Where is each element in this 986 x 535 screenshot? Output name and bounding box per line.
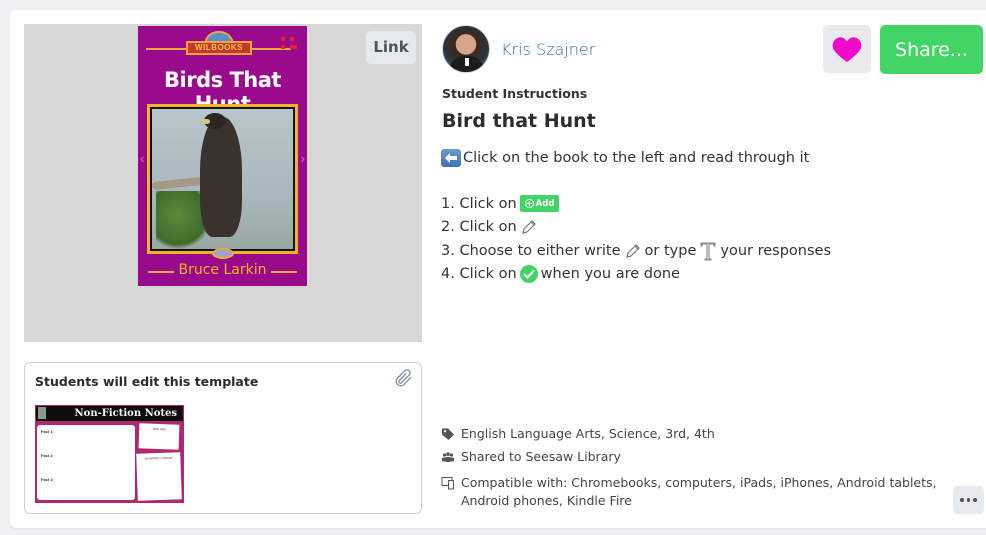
tags-text: English Language Arts, Science, 3rd, 4th — [461, 426, 715, 441]
book-author: Bruce Larkin — [178, 262, 267, 278]
more-options-button[interactable] — [953, 486, 984, 514]
ellipsis-icon — [973, 498, 977, 502]
student-instructions-label: Student Instructions — [442, 86, 588, 101]
template-thumbnail-image — [38, 407, 46, 419]
fact-label: Fact 1: — [41, 429, 54, 434]
shared-row: Shared to Seesaw Library — [441, 448, 621, 466]
link-button[interactable]: Link — [366, 31, 416, 64]
paperclip-icon — [395, 369, 412, 387]
arrow-left-icon — [441, 149, 461, 167]
activity-preview: WILBOOKS Birds That Hunt ‹ › Bruce Larki… — [24, 24, 422, 342]
learned-box: Something I Learned — [136, 452, 182, 501]
step-text: or type — [644, 243, 697, 259]
instruction-step: 4. Click on when you are done — [441, 265, 680, 283]
ellipsis-icon — [966, 498, 971, 502]
template-label: Students will edit this template — [35, 374, 259, 389]
fact-label: Fact 2: — [41, 453, 54, 458]
tags-row: English Language Arts, Science, 3rd, 4th — [441, 425, 715, 443]
step-text: 1. Click on — [441, 195, 517, 212]
pencil-icon — [521, 220, 536, 234]
like-button[interactable] — [823, 25, 871, 73]
pencil-icon — [625, 244, 640, 258]
author-avatar[interactable] — [442, 25, 490, 73]
ellipsis-icon — [960, 498, 964, 502]
compatibility-text: Compatible with: Chromebooks, computers,… — [461, 475, 937, 490]
share-button[interactable]: Share... — [880, 25, 983, 74]
shared-text: Shared to Seesaw Library — [461, 449, 621, 464]
add-button-icon: + Add — [519, 195, 560, 212]
devices-icon — [441, 477, 454, 490]
author-name-link[interactable]: Kris Szajner — [501, 40, 595, 59]
instruction-intro: Click on the book to the left and read t… — [441, 149, 809, 167]
step-text: 2. Click on — [441, 219, 517, 235]
step-text: when you are done — [540, 266, 680, 282]
tag-icon — [442, 428, 454, 440]
heart-icon — [832, 37, 862, 62]
bird-photo — [152, 109, 293, 249]
compatibility-text: Android phones, Kindle Fire — [461, 493, 632, 508]
prev-page-icon[interactable]: ‹ — [140, 150, 145, 166]
compatibility-row: Compatible with: Chromebooks, computers,… — [441, 474, 937, 510]
facts-area: Fact 1: Fact 2: Fact 3: — [37, 425, 135, 500]
next-page-icon[interactable]: › — [300, 150, 305, 166]
book-cover[interactable]: WILBOOKS Birds That Hunt ‹ › Bruce Larki… — [138, 26, 307, 286]
publisher-logo: WILBOOKS — [186, 41, 252, 55]
instruction-intro-text: Click on the book to the left and read t… — [463, 150, 810, 166]
check-icon — [519, 265, 538, 283]
add-label: Add — [535, 198, 555, 209]
users-icon — [442, 452, 454, 462]
fact-label: Fact 3: — [41, 477, 54, 482]
instruction-step: 2. Click on — [441, 218, 541, 236]
step-text: your responses — [720, 243, 832, 259]
main-idea-box: Main Idea — [138, 423, 180, 450]
template-box: Students will edit this template Non-Fic… — [24, 362, 422, 514]
step-text: 3. Choose to either write — [441, 243, 621, 259]
medal-icon — [212, 248, 234, 259]
page-marker-icon — [281, 37, 297, 51]
step-text: 4. Click on — [441, 266, 517, 282]
book-photo-frame — [147, 104, 298, 254]
template-thumbnail-title: Non-Fiction Notes — [36, 406, 183, 421]
instruction-step: 1. Click on + Add — [441, 195, 562, 212]
text-icon — [700, 242, 716, 261]
template-thumbnail[interactable]: Non-Fiction Notes Fact 1: Fact 2: Fact 3… — [35, 405, 184, 503]
activity-title: Bird that Hunt — [442, 110, 596, 132]
instruction-step: 3. Choose to either write or type your r… — [441, 241, 831, 261]
